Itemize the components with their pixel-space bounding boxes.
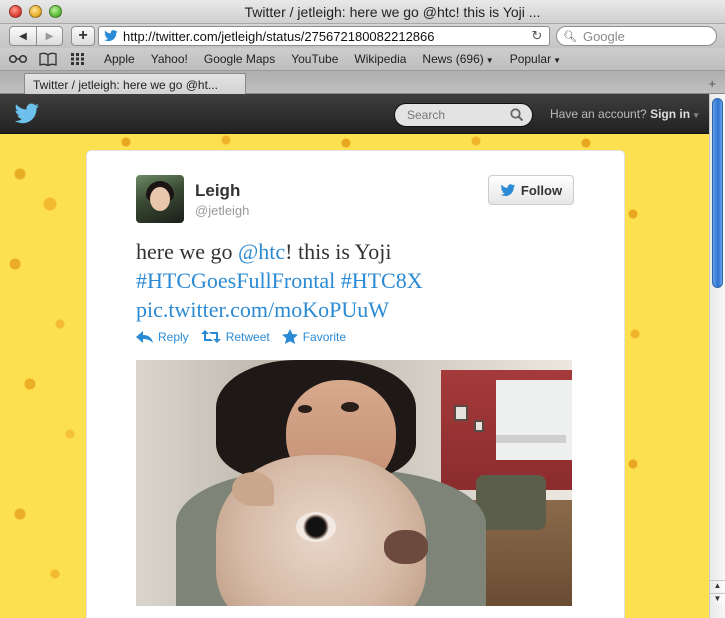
dropdown-arrow-icon: ▼ bbox=[553, 56, 561, 65]
reload-icon[interactable]: ↻ bbox=[529, 28, 545, 44]
back-button[interactable]: ◀ bbox=[10, 27, 36, 45]
photo-window bbox=[496, 380, 572, 460]
web-content: Search Have an account? Sign in ▼ Leigh @… bbox=[0, 94, 709, 618]
caret-down-icon: ▼ bbox=[692, 111, 700, 120]
web-search-field[interactable]: 🔍︎ Google bbox=[556, 26, 717, 46]
add-bookmark-button[interactable]: + bbox=[71, 26, 95, 46]
avatar-face bbox=[150, 187, 170, 211]
scroll-thumb[interactable] bbox=[712, 98, 723, 288]
reply-action[interactable]: Reply bbox=[136, 330, 189, 344]
follow-label: Follow bbox=[520, 182, 563, 198]
bookmark-news-folder[interactable]: News (696) ▼ bbox=[422, 52, 493, 66]
hashtag-link[interactable]: #HTC8X bbox=[341, 268, 423, 293]
tweet-text: here we go @htc! this is Yoji #HTCGoesFul… bbox=[136, 237, 576, 324]
minimize-window-button[interactable] bbox=[29, 5, 42, 18]
window-title: Twitter / jetleigh: here we go @htc! thi… bbox=[244, 4, 541, 20]
search-icon[interactable] bbox=[510, 108, 524, 122]
twitter-search-input[interactable]: Search bbox=[394, 103, 533, 127]
reply-label: Reply bbox=[158, 329, 189, 344]
vertical-scrollbar[interactable]: ▲ ▼ bbox=[709, 94, 725, 618]
dropdown-arrow-icon: ▼ bbox=[485, 56, 494, 65]
twitter-bird-icon bbox=[500, 183, 516, 196]
photo-dog-nose bbox=[384, 530, 428, 564]
hashtag-link[interactable]: #HTCGoesFullFrontal bbox=[136, 268, 335, 293]
background-band bbox=[642, 134, 709, 618]
tweet-actions: Reply Retweet Favorite bbox=[136, 329, 358, 344]
web-search-placeholder: Google bbox=[582, 28, 625, 44]
search-icon: 🔍︎ bbox=[563, 30, 577, 43]
tweet-text-part: here we go bbox=[136, 239, 239, 264]
background-leaves bbox=[0, 134, 86, 618]
address-bar[interactable]: http://twitter.com/jetleigh/status/27567… bbox=[98, 26, 550, 46]
url-text: http://twitter.com/jetleigh/status/27567… bbox=[123, 28, 435, 44]
bookmark-popular-folder[interactable]: Popular ▼ bbox=[510, 52, 561, 66]
retweet-icon bbox=[200, 330, 221, 343]
avatar[interactable] bbox=[136, 175, 184, 223]
user-display-name[interactable]: Leigh bbox=[195, 181, 240, 201]
tweet-photo[interactable] bbox=[136, 360, 572, 606]
bookmarks-book-icon[interactable] bbox=[38, 51, 58, 67]
bookmark-wikipedia[interactable]: Wikipedia bbox=[354, 52, 406, 66]
follow-button[interactable]: Follow bbox=[488, 175, 574, 205]
photo-chair bbox=[476, 475, 546, 530]
bookmark-youtube[interactable]: YouTube bbox=[291, 52, 338, 66]
tab-bar: Twitter / jetleigh: here we go @ht... + bbox=[0, 71, 725, 94]
nav-buttons: ◀ ▶ bbox=[9, 26, 63, 46]
scroll-up-arrow-icon[interactable]: ▲ bbox=[710, 580, 725, 592]
photo-picture-frame bbox=[454, 405, 468, 421]
twitter-search-placeholder: Search bbox=[407, 108, 446, 122]
account-prompt-text: Have an account? bbox=[550, 107, 647, 121]
bookmark-apple[interactable]: Apple bbox=[104, 52, 135, 66]
favorite-label: Favorite bbox=[302, 329, 347, 344]
window-titlebar: Twitter / jetleigh: here we go @htc! thi… bbox=[0, 0, 725, 24]
photo-picture-frame bbox=[474, 420, 484, 432]
bookmark-popular-label: Popular bbox=[509, 52, 552, 66]
back-arrow-icon: ◀ bbox=[19, 30, 27, 42]
retweet-action[interactable]: Retweet bbox=[200, 329, 270, 344]
bookmark-yahoo[interactable]: Yahoo! bbox=[151, 52, 188, 66]
twitter-topbar: Search Have an account? Sign in ▼ bbox=[0, 94, 709, 134]
forward-arrow-icon: ▶ bbox=[45, 30, 54, 42]
bookmark-news-label: News (696) bbox=[422, 52, 484, 66]
bookmarks-bar: Apple Yahoo! Google Maps YouTube Wikiped… bbox=[0, 48, 725, 71]
tab-twitter[interactable]: Twitter / jetleigh: here we go @ht... bbox=[24, 73, 246, 94]
bookmark-google-maps[interactable]: Google Maps bbox=[204, 52, 275, 66]
photo-eye bbox=[341, 402, 359, 412]
tweet-card: Leigh @jetleigh Follow here we go @htc! … bbox=[86, 150, 625, 618]
retweet-label: Retweet bbox=[225, 329, 270, 344]
forward-button[interactable]: ▶ bbox=[35, 27, 62, 45]
reply-icon bbox=[136, 330, 153, 343]
close-window-button[interactable] bbox=[9, 5, 22, 18]
browser-toolbar: ◀ ▶ + http://twitter.com/jetleigh/status… bbox=[0, 24, 725, 48]
photo-dog-eye bbox=[296, 512, 336, 542]
star-icon bbox=[281, 329, 298, 344]
top-sites-grid-icon[interactable] bbox=[68, 51, 88, 67]
photo-eye bbox=[298, 405, 312, 413]
photo-table bbox=[496, 435, 566, 443]
background-leaves bbox=[625, 134, 643, 618]
twitter-bird-icon bbox=[104, 30, 118, 42]
pic-link[interactable]: pic.twitter.com/moKoPUuW bbox=[136, 297, 389, 322]
tweet-text-part: ! this is Yoji bbox=[285, 239, 392, 264]
signin-prompt[interactable]: Have an account? Sign in ▼ bbox=[550, 107, 700, 121]
mention-link[interactable]: @htc bbox=[238, 239, 285, 264]
scroll-down-arrow-icon[interactable]: ▼ bbox=[710, 593, 725, 605]
new-tab-icon[interactable]: + bbox=[708, 76, 716, 91]
user-handle[interactable]: @jetleigh bbox=[195, 203, 249, 218]
favorite-action[interactable]: Favorite bbox=[281, 329, 347, 344]
photo-dog-ear bbox=[232, 472, 274, 506]
zoom-window-button[interactable] bbox=[49, 5, 62, 18]
twitter-logo-icon[interactable] bbox=[14, 103, 40, 125]
reading-list-icon[interactable] bbox=[8, 51, 28, 67]
signin-link[interactable]: Sign in bbox=[650, 107, 690, 121]
